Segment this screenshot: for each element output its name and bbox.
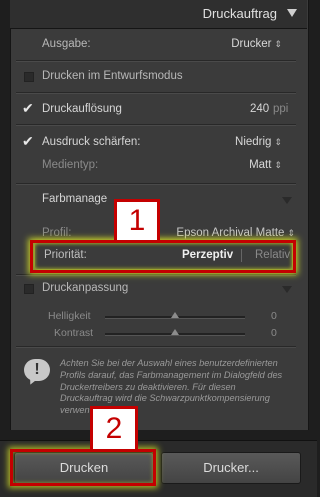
print-adjustment-label: Druckanpassung xyxy=(42,282,129,294)
contrast-value[interactable]: 0 xyxy=(271,327,277,339)
resolution-value[interactable]: 240 xyxy=(250,103,269,115)
resolution-unit: ppi xyxy=(273,103,289,115)
resolution-label: Druckauflösung xyxy=(42,103,122,115)
divider xyxy=(16,60,296,62)
sharpen-select[interactable]: Niedrig ⇕ xyxy=(235,136,282,148)
profile-select[interactable]: Epson Archival Matte ⇕ xyxy=(176,227,295,239)
color-management-label: Farbmanage xyxy=(42,193,108,205)
profile-label: Profil: xyxy=(42,227,72,239)
updown-arrows-icon: ⇕ xyxy=(274,137,282,147)
collapse-triangle-icon[interactable] xyxy=(287,9,297,17)
output-select[interactable]: Drucker ⇕ xyxy=(231,38,282,50)
media-type-value: Matt xyxy=(249,159,272,171)
brightness-value[interactable]: 0 xyxy=(271,310,277,322)
brightness-label: Helligkeit xyxy=(48,310,91,322)
resolution-checkbox[interactable]: ✔ xyxy=(22,100,34,117)
panel-header[interactable]: Druckauftrag xyxy=(10,0,307,29)
sharpen-value: Niedrig xyxy=(235,136,272,148)
media-type-select[interactable]: Matt ⇕ xyxy=(249,159,282,171)
divider xyxy=(16,124,296,126)
print-adjustment-checkbox[interactable] xyxy=(24,284,34,294)
updown-arrows-icon: ⇕ xyxy=(274,160,282,170)
panel-title: Druckauftrag xyxy=(202,6,277,21)
updown-arrows-icon: ⇕ xyxy=(274,39,282,49)
divider xyxy=(16,274,296,276)
divider xyxy=(16,183,296,185)
divider xyxy=(16,346,296,348)
callout-1-badge: 1 xyxy=(114,199,160,243)
output-value: Drucker xyxy=(231,38,272,50)
printer-button[interactable]: Drucker... xyxy=(161,452,301,484)
sharpen-checkbox[interactable]: ✔ xyxy=(22,133,34,150)
collapse-triangle-icon[interactable] xyxy=(282,197,292,204)
callout-1-frame xyxy=(30,240,296,273)
collapse-triangle-icon[interactable] xyxy=(282,286,292,293)
draft-mode-label: Drucken im Entwurfsmodus xyxy=(42,70,183,82)
contrast-slider-knob[interactable] xyxy=(171,329,179,335)
divider xyxy=(16,92,296,94)
sharpen-label: Ausdruck schärfen: xyxy=(42,136,141,148)
output-label: Ausgabe: xyxy=(42,38,91,50)
updown-arrows-icon: ⇕ xyxy=(287,228,295,238)
contrast-label: Kontrast xyxy=(54,327,94,339)
callout-2-badge: 2 xyxy=(90,406,138,452)
media-type-label: Medientyp: xyxy=(42,159,99,171)
profile-value: Epson Archival Matte xyxy=(176,227,285,239)
draft-mode-checkbox[interactable] xyxy=(24,72,34,82)
brightness-slider-knob[interactable] xyxy=(171,312,179,318)
callout-2-frame xyxy=(10,449,156,486)
